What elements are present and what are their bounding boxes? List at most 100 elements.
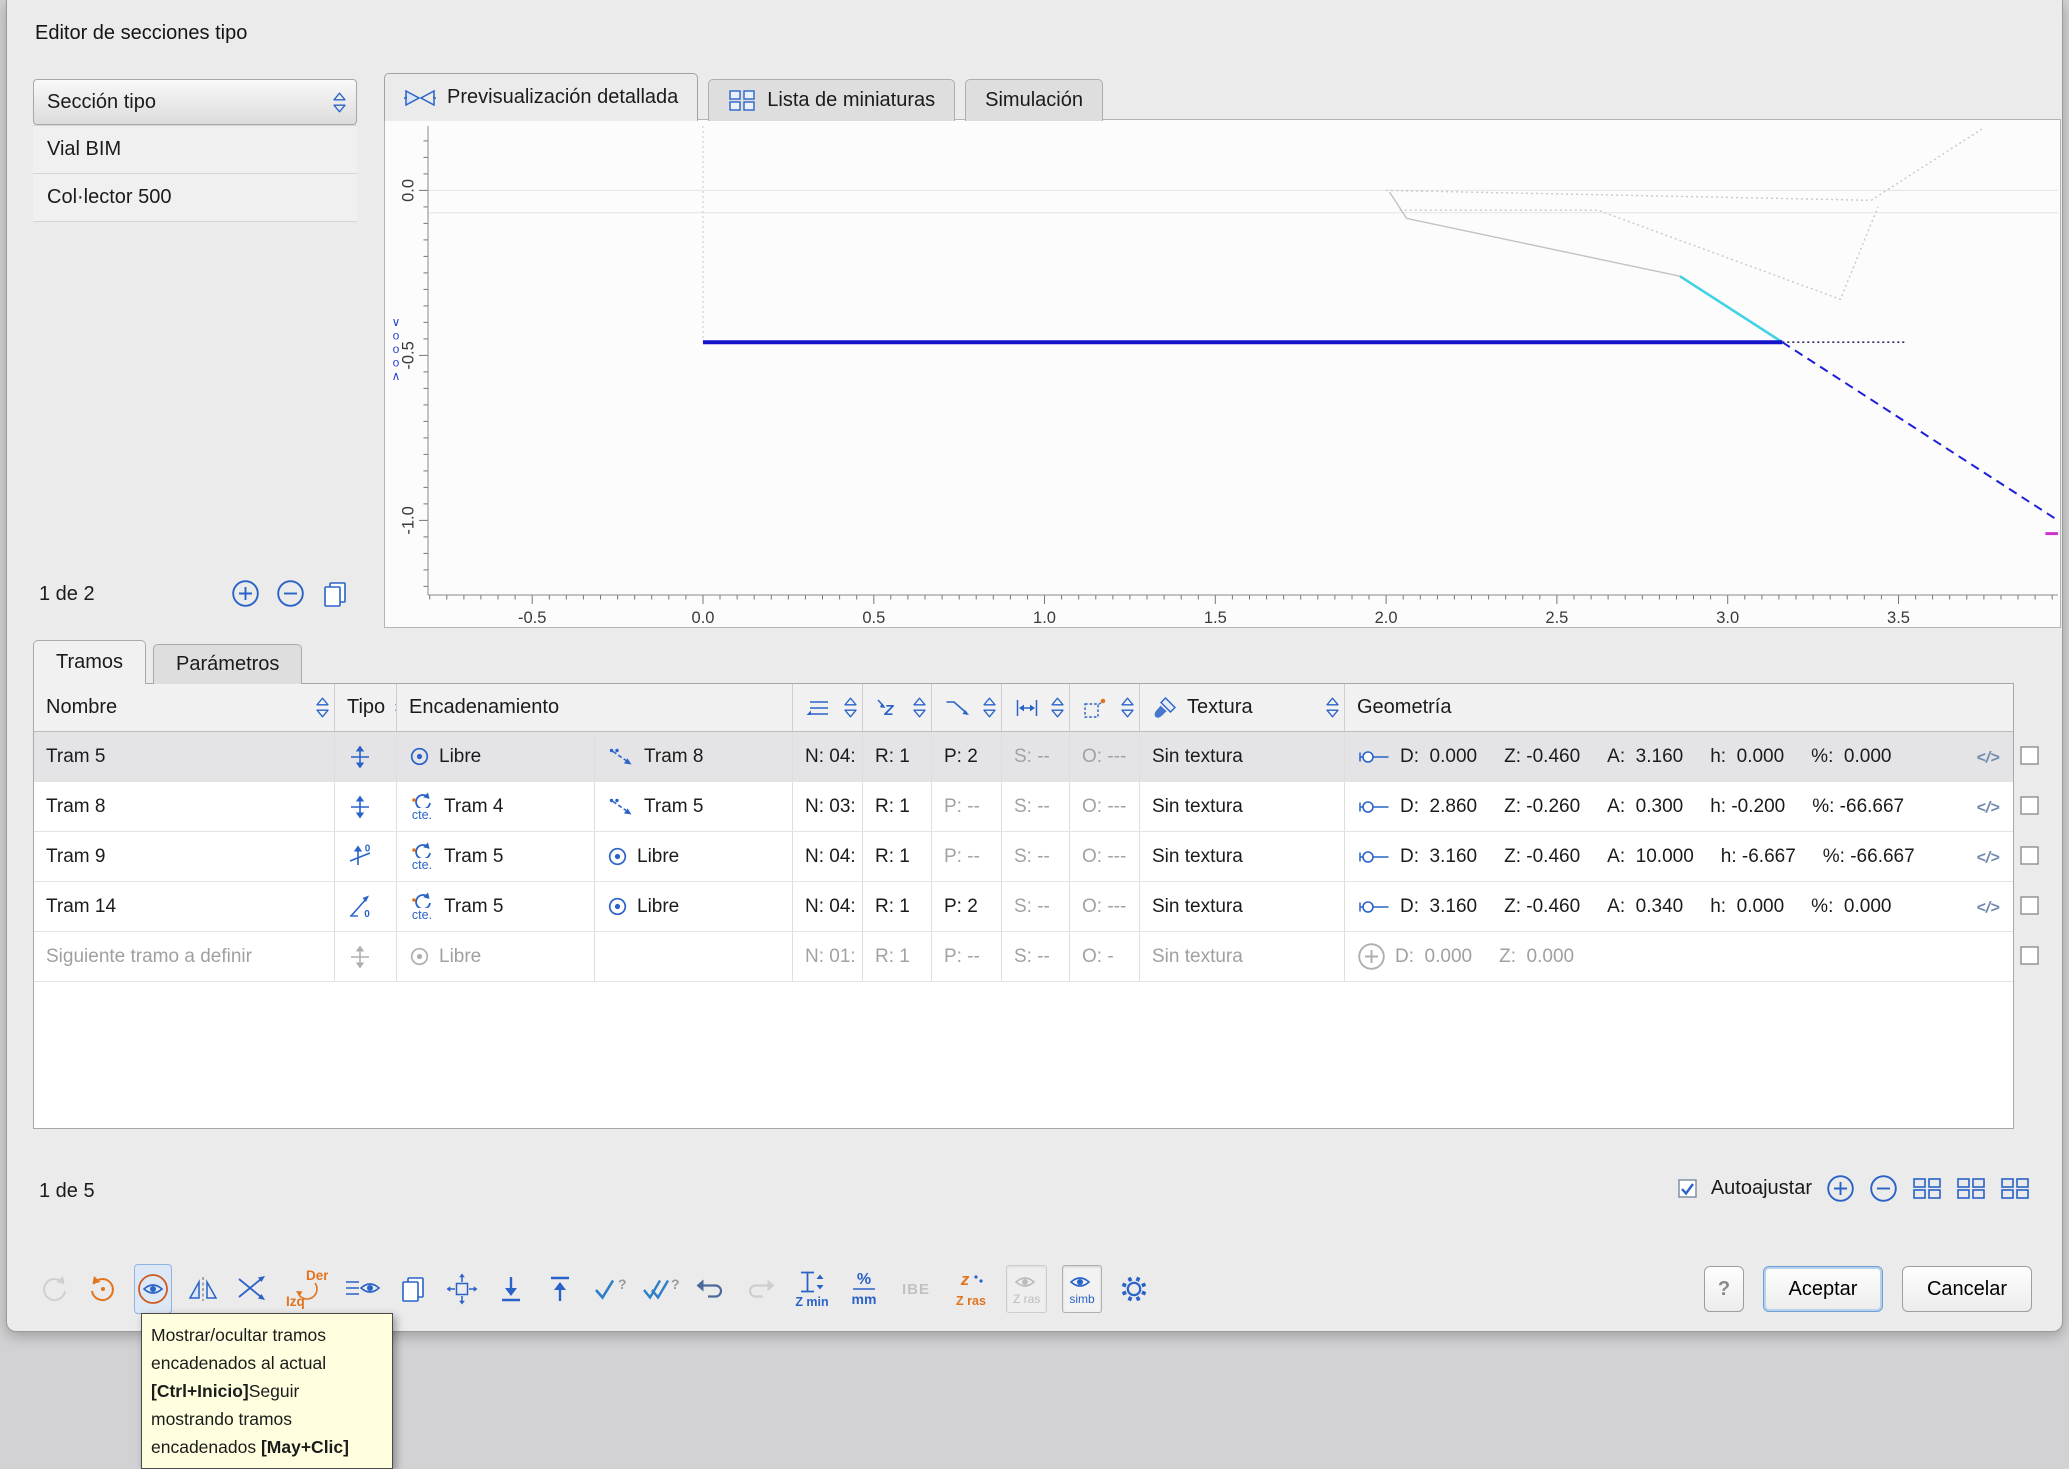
follow-link-button[interactable] bbox=[86, 1265, 120, 1313]
sort-icon[interactable] bbox=[1050, 697, 1065, 718]
cell-link1[interactable]: cte.Tram 5 bbox=[397, 832, 595, 881]
header-geometria[interactable]: Geometría bbox=[1345, 684, 2013, 731]
header-n[interactable] bbox=[793, 684, 863, 731]
table-row[interactable]: Siguiente tramo a definirLibreN: 01: IR:… bbox=[34, 932, 2013, 982]
row-checkbox[interactable] bbox=[2020, 846, 2039, 865]
show-list-button[interactable] bbox=[343, 1265, 381, 1313]
sort-icon[interactable] bbox=[332, 92, 347, 113]
layout-grid-2-icon[interactable] bbox=[1956, 1177, 1986, 1201]
preview-tab-3[interactable]: Simulación bbox=[965, 79, 1103, 121]
sort-icon[interactable] bbox=[1120, 697, 1135, 718]
row-checkbox[interactable] bbox=[2020, 746, 2039, 765]
ibe-button[interactable]: IBE bbox=[896, 1265, 936, 1313]
swap-sides-button[interactable] bbox=[235, 1265, 269, 1313]
remove-row-button[interactable] bbox=[1869, 1174, 1898, 1203]
svg-text:Z: Z bbox=[883, 702, 894, 719]
table-row[interactable]: Tram 140cte.Tram 5LibreN: 04: IR: 1P: 2S… bbox=[34, 882, 2013, 932]
sort-icon[interactable] bbox=[912, 697, 927, 718]
table-row[interactable]: Tram 8cte.Tram 4Tram 5N: 03: IR: 1P: --S… bbox=[34, 782, 2013, 832]
back-button[interactable] bbox=[37, 1265, 71, 1313]
section-type-header[interactable]: Sección tipo bbox=[33, 79, 357, 125]
move-down-button[interactable] bbox=[494, 1265, 528, 1313]
row-checkbox[interactable] bbox=[2020, 896, 2039, 915]
cell-link2[interactable]: Tram 5 bbox=[595, 782, 793, 831]
der-izq-button[interactable]: DerIzq bbox=[284, 1265, 328, 1313]
z-min-button[interactable]: Z min bbox=[792, 1265, 832, 1313]
cell-value: P: -- bbox=[944, 846, 980, 868]
lower-tabs: TramosParámetros bbox=[33, 640, 309, 684]
preview-tab-1[interactable]: Previsualización detallada bbox=[384, 73, 698, 121]
cell-r: R: 1 bbox=[863, 932, 932, 981]
settings-button[interactable] bbox=[1117, 1265, 1151, 1313]
preview-tab-2[interactable]: Lista de miniaturas bbox=[708, 79, 955, 121]
header-o[interactable] bbox=[1070, 684, 1140, 731]
reorder-button[interactable] bbox=[445, 1265, 479, 1313]
cell-link2[interactable]: Libre bbox=[595, 832, 793, 881]
accept-button[interactable]: Aceptar bbox=[1763, 1266, 1883, 1312]
layout-grid-3-icon[interactable] bbox=[2000, 1177, 2030, 1201]
move-up-button[interactable] bbox=[543, 1265, 577, 1313]
show-z-ras-button[interactable]: Z ras bbox=[1006, 1265, 1047, 1313]
cell-link2[interactable]: Tram 8 bbox=[595, 732, 793, 781]
duplicate-row-button[interactable] bbox=[396, 1265, 430, 1313]
layout-grid-1-icon[interactable] bbox=[1912, 1177, 1942, 1201]
verify-all-button[interactable]: ? bbox=[641, 1265, 679, 1313]
cell-link1[interactable]: cte.Tram 4 bbox=[397, 782, 595, 831]
tooltip-text: Mostrar/ocultar tramos encadenados al ac… bbox=[151, 1325, 326, 1373]
dialog-title: Editor de secciones tipo bbox=[35, 22, 247, 45]
header-nombre[interactable]: Nombre bbox=[34, 684, 335, 731]
autofit-checkbox[interactable] bbox=[1678, 1179, 1697, 1198]
cell-value: R: 1 bbox=[875, 796, 910, 818]
section-item[interactable]: Vial BIM bbox=[33, 126, 357, 174]
cell-value: N: 01: I bbox=[805, 946, 863, 968]
header-tipo[interactable]: Tipo bbox=[335, 684, 397, 731]
show-simb-button[interactable]: simb bbox=[1062, 1265, 1101, 1313]
preview-chart[interactable]: -0.50.00.51.01.52.02.53.03.50.0-0.5-1.0∨… bbox=[384, 119, 2061, 628]
sort-icon[interactable] bbox=[315, 697, 330, 718]
table-row[interactable]: Tram 90cte.Tram 5LibreN: 04: IR: 1P: --S… bbox=[34, 832, 2013, 882]
z-arrow-icon: Z bbox=[875, 697, 899, 719]
verify-button[interactable]: ? bbox=[592, 1265, 626, 1313]
show-linked-tramos-button[interactable] bbox=[135, 1265, 171, 1313]
sort-icon[interactable] bbox=[982, 697, 997, 718]
cell-value: S: -- bbox=[1014, 796, 1050, 818]
svg-text:?: ? bbox=[618, 1276, 626, 1292]
mirror-button[interactable] bbox=[186, 1265, 220, 1313]
sort-icon[interactable] bbox=[843, 697, 858, 718]
sort-icon[interactable] bbox=[1325, 697, 1340, 718]
cell-value: R: 1 bbox=[875, 846, 910, 868]
header-p[interactable] bbox=[932, 684, 1002, 731]
cell-n: N: 01: I bbox=[793, 932, 863, 981]
lower-tab-2[interactable]: Parámetros bbox=[153, 644, 302, 684]
table-row[interactable]: Tram 5LibreTram 8N: 04: IR: 1P: 2S: --O:… bbox=[34, 732, 2013, 782]
cell-link1[interactable]: Libre bbox=[397, 732, 595, 781]
section-item[interactable]: Col·lector 500 bbox=[33, 174, 357, 222]
code-icon[interactable]: </> bbox=[1971, 745, 2005, 769]
percent-mm-button[interactable]: %mm bbox=[847, 1265, 881, 1313]
help-button[interactable]: ? bbox=[1704, 1266, 1744, 1312]
svg-text:-1.0: -1.0 bbox=[399, 506, 417, 534]
code-icon[interactable]: </> bbox=[1971, 845, 2005, 869]
add-row-button[interactable] bbox=[1826, 1174, 1855, 1203]
cell-link2[interactable]: Libre bbox=[595, 882, 793, 931]
header-s[interactable] bbox=[1002, 684, 1070, 731]
cell-link1[interactable]: Libre bbox=[397, 932, 595, 981]
redo-button[interactable] bbox=[743, 1265, 777, 1313]
code-icon[interactable]: </> bbox=[1971, 795, 2005, 819]
cell-link1[interactable]: cte.Tram 5 bbox=[397, 882, 595, 931]
code-icon[interactable]: </> bbox=[1971, 895, 2005, 919]
header-r[interactable]: Z bbox=[863, 684, 932, 731]
cancel-button[interactable]: Cancelar bbox=[1902, 1266, 2032, 1312]
z-ras-button[interactable]: zZ ras bbox=[951, 1265, 991, 1313]
header-enc[interactable]: Encadenamiento bbox=[397, 684, 793, 731]
texture-label: Sin textura bbox=[1152, 946, 1243, 968]
geometry-value: D: 3.160 bbox=[1400, 896, 1477, 918]
undo-button[interactable] bbox=[694, 1265, 728, 1313]
add-section-button[interactable] bbox=[231, 579, 260, 608]
row-checkbox[interactable] bbox=[2020, 946, 2039, 965]
header-textura[interactable]: Textura bbox=[1140, 684, 1345, 731]
lower-tab-1[interactable]: Tramos bbox=[33, 640, 146, 684]
row-checkbox[interactable] bbox=[2020, 796, 2039, 815]
remove-section-button[interactable] bbox=[276, 579, 305, 608]
duplicate-section-button[interactable] bbox=[321, 580, 349, 608]
